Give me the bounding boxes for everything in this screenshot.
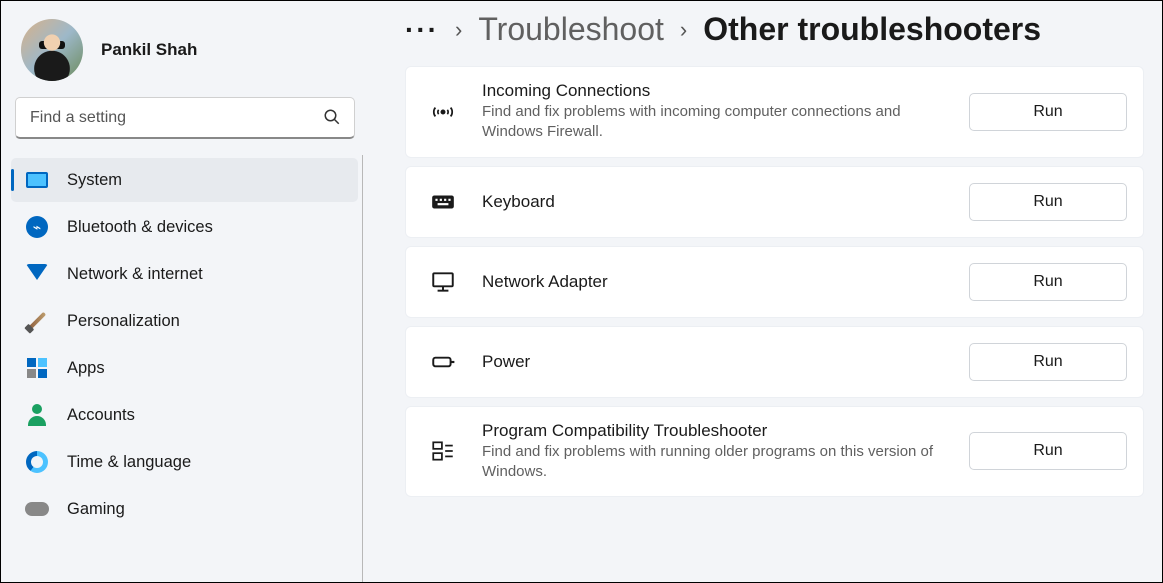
nav: System ⌁ Bluetooth & devices Network & inte… xyxy=(11,155,363,582)
apps-icon xyxy=(25,356,49,380)
battery-icon xyxy=(426,345,460,379)
sidebar-item-apps[interactable]: Apps xyxy=(11,346,358,390)
sidebar-item-label: Personalization xyxy=(67,312,180,331)
sidebar-item-acct[interactable]: Accounts xyxy=(11,393,358,437)
bt-icon: ⌁ xyxy=(25,215,49,239)
run-button[interactable]: Run xyxy=(969,263,1127,301)
card-body: Power xyxy=(460,352,969,372)
sidebar-item-label: Accounts xyxy=(67,406,135,425)
search-input[interactable] xyxy=(15,97,355,139)
card-body: Keyboard xyxy=(460,192,969,212)
sidebar-item-system[interactable]: System xyxy=(11,158,358,202)
sidebar-item-label: Gaming xyxy=(67,500,125,519)
avatar xyxy=(21,19,83,81)
time-icon xyxy=(25,450,49,474)
sidebar-item-time[interactable]: Time & language xyxy=(11,440,358,484)
sidebar-item-label: Time & language xyxy=(67,453,191,472)
breadcrumb-troubleshoot[interactable]: Troubleshoot xyxy=(478,11,664,48)
game-icon xyxy=(25,497,49,521)
chevron-right-icon: › xyxy=(680,17,687,43)
troubleshooter-card: Program Compatibility TroubleshooterFind… xyxy=(405,406,1144,498)
pers-icon xyxy=(25,309,49,333)
sidebar-item-net[interactable]: Network & internet xyxy=(11,252,358,296)
chevron-right-icon: › xyxy=(455,17,462,43)
sidebar-item-label: Apps xyxy=(67,359,105,378)
breadcrumb-more-icon[interactable]: ··· xyxy=(405,14,439,46)
card-title: Program Compatibility Troubleshooter xyxy=(482,421,957,441)
card-description: Find and fix problems with incoming comp… xyxy=(482,102,957,143)
card-title: Keyboard xyxy=(482,192,957,212)
troubleshooter-card: Incoming ConnectionsFind and fix problem… xyxy=(405,66,1144,158)
keyboard-icon xyxy=(426,185,460,219)
compat-icon xyxy=(426,434,460,468)
run-button[interactable]: Run xyxy=(969,343,1127,381)
sidebar-item-label: System xyxy=(67,171,122,190)
sidebar: Pankil Shah System ⌁ Bluetooth & devices Ne… xyxy=(1,1,363,582)
search-wrap xyxy=(15,97,355,139)
card-body: Network Adapter xyxy=(460,272,969,292)
troubleshooter-card: Power Run xyxy=(405,326,1144,398)
main: ··· › Troubleshoot › Other troubleshoote… xyxy=(363,1,1162,582)
sidebar-item-game[interactable]: Gaming xyxy=(11,487,358,531)
card-title: Network Adapter xyxy=(482,272,957,292)
page-title: Other troubleshooters xyxy=(703,11,1041,48)
net-icon xyxy=(25,262,49,286)
troubleshooter-card: Network Adapter Run xyxy=(405,246,1144,318)
run-button[interactable]: Run xyxy=(969,432,1127,470)
troubleshooter-card: Keyboard Run xyxy=(405,166,1144,238)
sidebar-item-pers[interactable]: Personalization xyxy=(11,299,358,343)
user-name: Pankil Shah xyxy=(101,40,197,60)
card-body: Incoming ConnectionsFind and fix problem… xyxy=(460,81,969,143)
sidebar-item-label: Bluetooth & devices xyxy=(67,218,213,237)
run-button[interactable]: Run xyxy=(969,93,1127,131)
system-icon xyxy=(25,168,49,192)
card-title: Power xyxy=(482,352,957,372)
run-button[interactable]: Run xyxy=(969,183,1127,221)
card-description: Find and fix problems with running older… xyxy=(482,442,957,483)
monitor-icon xyxy=(426,265,460,299)
card-body: Program Compatibility TroubleshooterFind… xyxy=(460,421,969,483)
acct-icon xyxy=(25,403,49,427)
sidebar-item-label: Network & internet xyxy=(67,265,203,284)
breadcrumb: ··· › Troubleshoot › Other troubleshoote… xyxy=(405,11,1144,48)
card-title: Incoming Connections xyxy=(482,81,957,101)
user-profile[interactable]: Pankil Shah xyxy=(11,13,363,97)
troubleshooter-list: Incoming ConnectionsFind and fix problem… xyxy=(405,66,1144,497)
broadcast-icon xyxy=(426,95,460,129)
search-icon xyxy=(323,108,341,126)
sidebar-item-bt[interactable]: ⌁ Bluetooth & devices xyxy=(11,205,358,249)
